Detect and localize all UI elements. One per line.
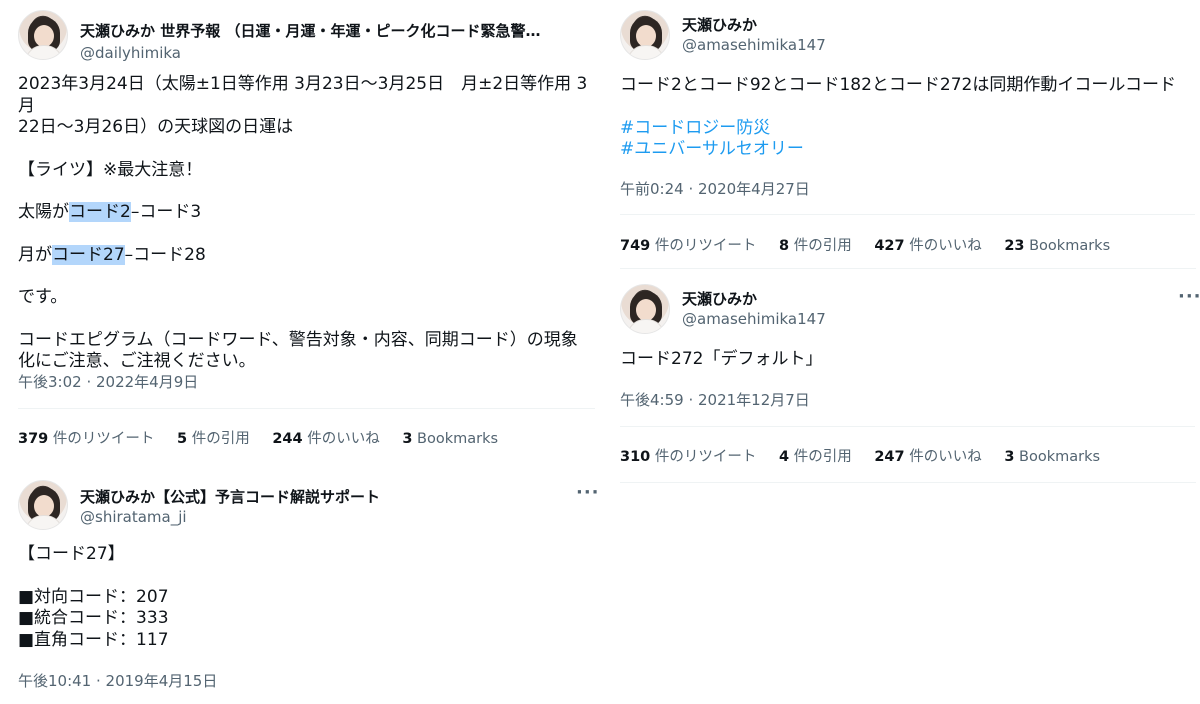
tweet-card[interactable]: 天瀬ひみか 世界予報 （日運・月運・年運・ピーク化コード緊急警… @dailyh… [0,10,600,460]
divider [620,214,1195,215]
divider [620,426,1195,427]
tweet-text: コード272「デフォルト」 [620,349,1195,371]
tweet-text: コード2とコード92とコード182とコード272は同期作動イコールコード #コー… [620,75,1195,161]
tweet-line: 【コード27】 [18,544,125,564]
tweet-line: です。 [18,287,68,307]
quotes-stat[interactable]: 8 件の引用 [779,238,852,254]
bookmarks-stat[interactable]: 3 Bookmarks [1004,449,1100,465]
bookmarks-stat[interactable]: 3 Bookmarks [402,431,498,447]
tweet-line: ■対向コード：207 [18,586,169,607]
avatar[interactable] [620,284,670,334]
divider [620,482,1196,483]
tweet-header: 天瀬ひみか 世界予報 （日運・月運・年運・ピーク化コード緊急警… @dailyh… [18,10,618,62]
tweet-line: コードエピグラム（コードワード、警告対象・内容、同期コード）の現象 [18,329,578,350]
tweet-line: コード272「デフォルト」 [620,349,823,369]
user-handle[interactable]: @shiratama_ji [80,508,187,526]
tweet-line: 2023年3月24日（太陽±1日等作用 3月23日〜3月25日 月±2日等作用 … [18,74,588,116]
user-handle[interactable]: @dailyhimika [80,44,181,62]
tweet-card[interactable]: 天瀬ひみか @amasehimika147 コード2とコード92とコード182と… [602,10,1200,270]
divider [18,408,595,409]
tweet-line: 太陽がコード2–コード3 [18,202,593,224]
display-name[interactable]: 天瀬ひみか [682,14,757,35]
tweet-line: 化にご注意、ご注視ください。 [18,351,256,371]
likes-stat[interactable]: 427 件のいいね [874,238,981,254]
highlighted-text: コード2 [69,202,131,222]
engagement-stats: 749 件のリツイート 8 件の引用 427 件のいいね 23 Bookmark… [620,234,1128,255]
divider [620,268,1196,269]
tweet-line: 【ライツ】※最大注意！ [18,159,203,180]
tweet-header: 天瀬ひみか【公式】予言コード解説サポート @shiratama_ji ··· [18,480,618,532]
hashtag-link[interactable]: #ユニバーサルセオリー [620,139,1195,161]
text-fragment: 太陽が [18,202,69,222]
tweet-text: 2023年3月24日（太陽±1日等作用 3月23日〜3月25日 月±2日等作用 … [18,74,593,373]
quotes-stat[interactable]: 5 件の引用 [177,431,250,447]
tweet-card[interactable]: 天瀬ひみか @amasehimika147 ··· コード272「デフォルト」 … [602,284,1200,484]
likes-stat[interactable]: 244 件のいいね [272,431,379,447]
tweet-line: 22日〜3月26日）の天球図の日運は [18,117,294,137]
retweets-stat[interactable]: 310 件のリツイート [620,449,756,465]
more-options-icon[interactable]: ··· [576,484,600,502]
text-fragment: –コード28 [124,244,206,265]
timestamp[interactable]: 午後4:59 · 2021年12月7日 [620,389,810,410]
engagement-stats: 310 件のリツイート 4 件の引用 247 件のいいね 3 Bookmarks [620,445,1118,466]
display-name[interactable]: 天瀬ひみか [682,288,757,309]
timestamp[interactable]: 午後3:02 · 2022年4月9日 [18,371,198,392]
tweet-line: ■直角コード：117 [18,629,169,650]
tweet-header: 天瀬ひみか @amasehimika147 [620,10,1200,62]
tweet-header: 天瀬ひみか @amasehimika147 ··· [620,284,1200,336]
user-handle[interactable]: @amasehimika147 [682,310,826,328]
text-fragment: –コード3 [130,202,202,222]
engagement-stats: 379 件のリツイート 5 件の引用 244 件のいいね 3 Bookmarks [18,427,516,448]
more-options-icon[interactable]: ··· [1178,288,1200,306]
avatar[interactable] [18,10,68,60]
retweets-stat[interactable]: 379 件のリツイート [18,431,154,447]
tweet-text: 【コード27】 ■対向コード：207 ■統合コード：333 ■直角コード：117 [18,544,593,651]
avatar[interactable] [18,480,68,530]
tweet-line: ■統合コード：333 [18,608,169,628]
tweet-card[interactable]: 天瀬ひみか【公式】予言コード解説サポート @shiratama_ji ··· 【… [0,480,600,704]
quotes-stat[interactable]: 4 件の引用 [779,449,852,465]
likes-stat[interactable]: 247 件のいいね [874,449,981,465]
timestamp[interactable]: 午後10:41 · 2019年4月15日 [18,670,217,691]
timestamp[interactable]: 午前0:24 · 2020年4月27日 [620,178,810,199]
display-name[interactable]: 天瀬ひみか 世界予報 （日運・月運・年運・ピーク化コード緊急警… [80,20,560,41]
display-name[interactable]: 天瀬ひみか【公式】予言コード解説サポート [80,486,560,507]
avatar[interactable] [620,10,670,60]
user-handle[interactable]: @amasehimika147 [682,36,826,54]
retweets-stat[interactable]: 749 件のリツイート [620,238,756,254]
hashtag-link[interactable]: #コードロジー防災 [620,118,1195,140]
highlighted-text: コード27 [52,244,125,265]
tweet-line: コード2とコード92とコード182とコード272は同期作動イコールコード [620,75,1177,95]
text-fragment: 月が [18,244,52,265]
bookmarks-stat[interactable]: 23 Bookmarks [1004,238,1110,254]
tweet-line: 月がコード27–コード28 [18,244,593,267]
